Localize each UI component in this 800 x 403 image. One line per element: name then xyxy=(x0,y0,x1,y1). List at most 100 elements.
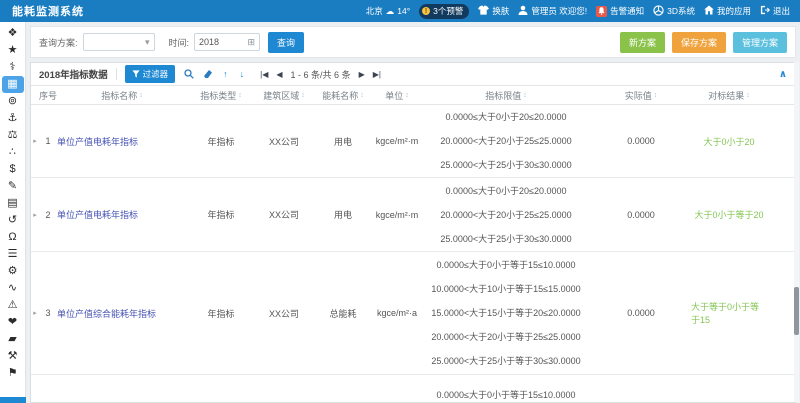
sidebar-item-heart[interactable]: ❤ xyxy=(2,314,24,331)
filter-button[interactable]: 过滤器 xyxy=(125,65,176,83)
row-result: 大于0小于等于20 xyxy=(691,178,767,251)
header-type[interactable]: 指标类型↕ xyxy=(187,89,255,102)
row-expand-icon[interactable]: ▸ xyxy=(31,105,39,177)
alarm-icon: ⚠ xyxy=(8,300,18,311)
user-menu[interactable]: 管理员 欢迎您! xyxy=(518,5,587,17)
sidebar-item-star[interactable]: ★ xyxy=(2,42,24,59)
collapse-panel-icon[interactable]: ∧ xyxy=(779,69,787,80)
skin-label: 换肤 xyxy=(492,5,509,17)
row-type: 年指标 xyxy=(187,252,255,374)
scheme-select[interactable]: ▾ xyxy=(83,33,155,51)
sidebar-item-menu[interactable]: ☰ xyxy=(2,246,24,263)
row-energy xyxy=(313,375,373,403)
indicator-name-link[interactable] xyxy=(57,375,187,403)
move-up-icon[interactable]: ↑ xyxy=(223,69,230,79)
limit-line: 25.0000<大于25小于等于30≤30.0000 xyxy=(431,349,580,373)
header-limits[interactable]: 指标限值↕ xyxy=(421,89,591,102)
row-actual: 0.0000 xyxy=(591,252,691,374)
clear-filter-icon[interactable] xyxy=(203,69,213,79)
indicator-name-link[interactable]: 单位产值综合能耗年指标 xyxy=(57,252,187,374)
sort-icon: ↕ xyxy=(139,92,143,99)
sort-icon: ↕ xyxy=(746,92,750,99)
chart-line-icon: ∿ xyxy=(8,283,17,294)
alerts-pill[interactable]: ! 3个预警 xyxy=(419,4,469,19)
sidebar-item-stethoscope[interactable]: ⚕ xyxy=(2,59,24,76)
row-type: 年指标 xyxy=(187,105,255,177)
sort-icon: ↕ xyxy=(523,92,527,99)
header-actual[interactable]: 实际值↕ xyxy=(591,89,691,102)
stethoscope-icon: ⚕ xyxy=(10,62,16,73)
scrollbar-thumb[interactable] xyxy=(794,287,799,335)
alarm-notice-button[interactable]: 告警通知 xyxy=(596,5,644,17)
new-scheme-button[interactable]: 新方案 xyxy=(620,32,665,53)
indicator-name-link[interactable]: 单位产值电耗年指标 xyxy=(57,178,187,251)
sidebar-item-chart[interactable]: ∿ xyxy=(2,280,24,297)
heart-icon: ❤ xyxy=(8,317,17,328)
table-toolbar: 2018年指标数据 过滤器 ↑ ↓ |◀ ◀ 1 - 6 条/共 6 条 ▶ ▶… xyxy=(31,63,795,86)
row-energy: 用电 xyxy=(313,105,373,177)
sidebar-item-history[interactable]: ↺ xyxy=(2,212,24,229)
table-row[interactable]: ▸ 2 单位产值电耗年指标 年指标 XX公司 用电 kgce/m²·m 0.00… xyxy=(31,178,795,252)
row-type: 年指标 xyxy=(187,178,255,251)
sidebar-item-document[interactable]: ▤ xyxy=(2,195,24,212)
sidebar-item-sitemap[interactable]: ∴ xyxy=(2,144,24,161)
header-unit[interactable]: 单位↕ xyxy=(373,89,421,102)
search-button[interactable]: 查询 xyxy=(268,32,304,53)
my-apps-button[interactable]: 我的应用 xyxy=(704,5,751,17)
search-icon[interactable] xyxy=(184,69,194,79)
header-area[interactable]: 建筑区域↕ xyxy=(255,89,313,102)
first-page-icon[interactable]: |◀ xyxy=(260,70,268,79)
last-page-icon[interactable]: ▶| xyxy=(373,70,381,79)
sidebar-item-alarm[interactable]: ⚠ xyxy=(2,297,24,314)
scheme-actions: 新方案 保存方案 管理方案 xyxy=(620,32,787,53)
sidebar-item-anchor[interactable]: ⚓ xyxy=(2,110,24,127)
sidebar-item-tag[interactable]: ⚑ xyxy=(2,365,24,382)
save-scheme-button[interactable]: 保存方案 xyxy=(672,32,726,53)
row-unit: kgce/m²·a xyxy=(373,252,421,374)
logout-button[interactable]: 退出 xyxy=(760,5,790,17)
row-area xyxy=(255,375,313,403)
header-name[interactable]: 指标名称↕ xyxy=(57,89,187,102)
time-input-value: 2018 xyxy=(199,37,219,47)
pagination: |◀ ◀ 1 - 6 条/共 6 条 ▶ ▶| xyxy=(260,68,381,81)
row-expand-icon[interactable]: ▸ xyxy=(31,178,39,251)
manage-scheme-button[interactable]: 管理方案 xyxy=(733,32,787,53)
prev-page-icon[interactable]: ◀ xyxy=(276,70,282,79)
table-row[interactable]: ▸ 1 单位产值电耗年指标 年指标 XX公司 用电 kgce/m²·m 0.00… xyxy=(31,105,795,178)
header-actual-label: 实际值 xyxy=(625,89,652,102)
sidebar-item-edit[interactable]: ✎ xyxy=(2,178,24,195)
system-3d-button[interactable]: 3D系统 xyxy=(653,5,695,18)
row-area: XX公司 xyxy=(255,105,313,177)
temperature-label: 14° xyxy=(397,6,410,16)
row-expand-icon[interactable]: ▸ xyxy=(31,252,39,374)
sidebar-item-building-active[interactable]: ▦ xyxy=(2,76,24,93)
sidebar-item-money[interactable]: $ xyxy=(2,161,24,178)
limit-line: 10.0000<大于10小于等于15≤15.0000 xyxy=(431,277,580,301)
sidebar-item-gear[interactable]: ⚙ xyxy=(2,263,24,280)
move-down-icon[interactable]: ↓ xyxy=(240,69,247,79)
table-row[interactable]: ▸ 3 单位产值综合能耗年指标 年指标 XX公司 总能耗 kgce/m²·a 0… xyxy=(31,252,795,375)
next-page-icon[interactable]: ▶ xyxy=(359,70,365,79)
sidebar-item-wrench[interactable]: ⚒ xyxy=(2,348,24,365)
query-bar: 查询方案: ▾ 时间: 2018 ⊞ 查询 新方案 保存方案 管理方案 xyxy=(30,26,796,58)
topbar-right: 北京 ☁ 14° ! 3个预警 换肤 管理员 欢迎您! 告警通知 3D系统 我的… xyxy=(366,4,800,19)
row-actual xyxy=(591,375,691,403)
header-energy[interactable]: 能耗名称↕ xyxy=(313,89,373,102)
indicator-name-link[interactable]: 单位产值电耗年指标 xyxy=(57,105,187,177)
row-unit: kgce/m²·m xyxy=(373,105,421,177)
vertical-scrollbar[interactable] xyxy=(794,62,799,402)
sidebar-item-scales[interactable]: ⚖ xyxy=(2,127,24,144)
table-row[interactable]: 0.0000≤大于0小于等于15≤10.0000 xyxy=(31,375,795,403)
header-energy-label: 能耗名称 xyxy=(322,89,358,102)
row-actual: 0.0000 xyxy=(591,105,691,177)
limit-line: 0.0000≤大于0小于20≤20.0000 xyxy=(446,105,567,129)
time-input[interactable]: 2018 ⊞ xyxy=(194,33,260,51)
skin-button[interactable]: 换肤 xyxy=(478,5,509,17)
alarm-bell-icon xyxy=(596,6,607,17)
row-expand-icon[interactable] xyxy=(31,375,39,403)
header-result[interactable]: 对标结果↕ xyxy=(691,89,767,102)
sidebar-item-bell[interactable]: Ω xyxy=(2,229,24,246)
sidebar-item-coins[interactable]: ⊚ xyxy=(2,93,24,110)
sidebar-item-shield[interactable]: ❖ xyxy=(2,25,24,42)
sidebar-item-file[interactable]: ▰ xyxy=(2,331,24,348)
